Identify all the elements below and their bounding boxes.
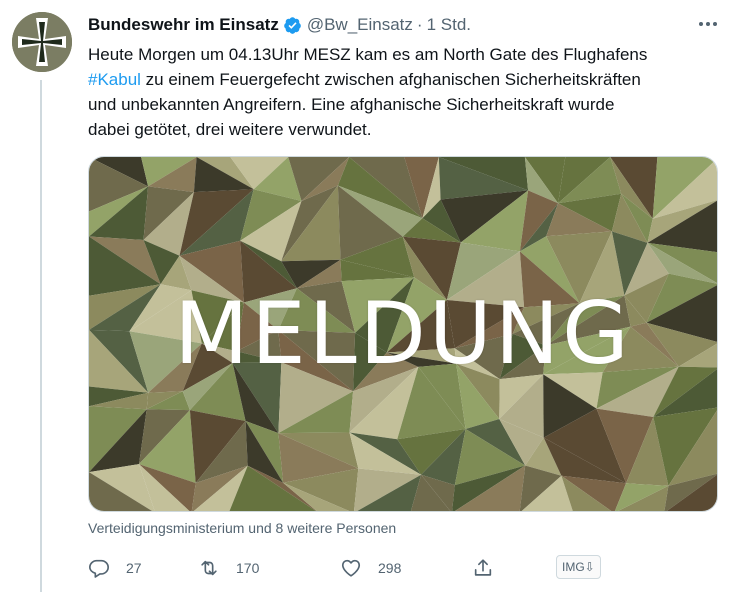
heart-icon: [341, 559, 361, 577]
image-download-button[interactable]: IMG⇩: [556, 555, 601, 579]
avatar[interactable]: [12, 12, 72, 72]
thread-line: [40, 80, 42, 592]
reply-button[interactable]: 27: [88, 552, 142, 584]
tweet-text-fragment: zu einem Feuergefecht zwischen afghanisc…: [140, 70, 641, 89]
tweet-text-line: und unbekannten Angreifern. Eine afghani…: [88, 95, 615, 114]
retweet-icon: [201, 560, 217, 576]
media-title: MELDUNG: [174, 284, 632, 384]
share-button[interactable]: [472, 552, 494, 584]
author-name[interactable]: Bundeswehr im Einsatz: [88, 15, 279, 35]
retweet-button[interactable]: 170: [198, 552, 259, 584]
share-icon: [474, 559, 492, 576]
like-count: 298: [378, 560, 402, 576]
header-separator: ·: [416, 15, 423, 34]
tweet-text-line: #Kabul zu einem Feuergefecht zwischen af…: [88, 67, 718, 92]
tweet-timestamp[interactable]: 1 Std.: [427, 15, 471, 35]
like-button[interactable]: 298: [340, 552, 401, 584]
iron-cross-logo-icon: [12, 12, 72, 72]
reply-count: 27: [126, 560, 142, 576]
action-bar: 27 170 298 IMG⇩: [88, 552, 718, 584]
author-handle[interactable]: @Bw_Einsatz: [307, 15, 413, 35]
tweet-media-image[interactable]: MELDUNG: [88, 156, 718, 512]
hashtag-link[interactable]: #Kabul: [88, 70, 141, 89]
tweet-text-line: Heute Morgen um 04.13Uhr MESZ kam es am …: [88, 45, 648, 64]
reply-icon: [89, 559, 109, 578]
tweet-text-line: dabei getötet, drei weitere verwundet.: [88, 120, 372, 139]
verified-badge-icon: [283, 16, 302, 35]
more-horizontal-icon[interactable]: [694, 10, 722, 38]
retweet-count: 170: [236, 560, 260, 576]
tagged-people-link[interactable]: Verteidigungsministerium und 8 weitere P…: [88, 520, 396, 536]
tweet-text: Heute Morgen um 04.13Uhr MESZ kam es am …: [88, 42, 718, 142]
tweet-header: Bundeswehr im Einsatz @Bw_Einsatz · 1 St…: [88, 14, 471, 36]
